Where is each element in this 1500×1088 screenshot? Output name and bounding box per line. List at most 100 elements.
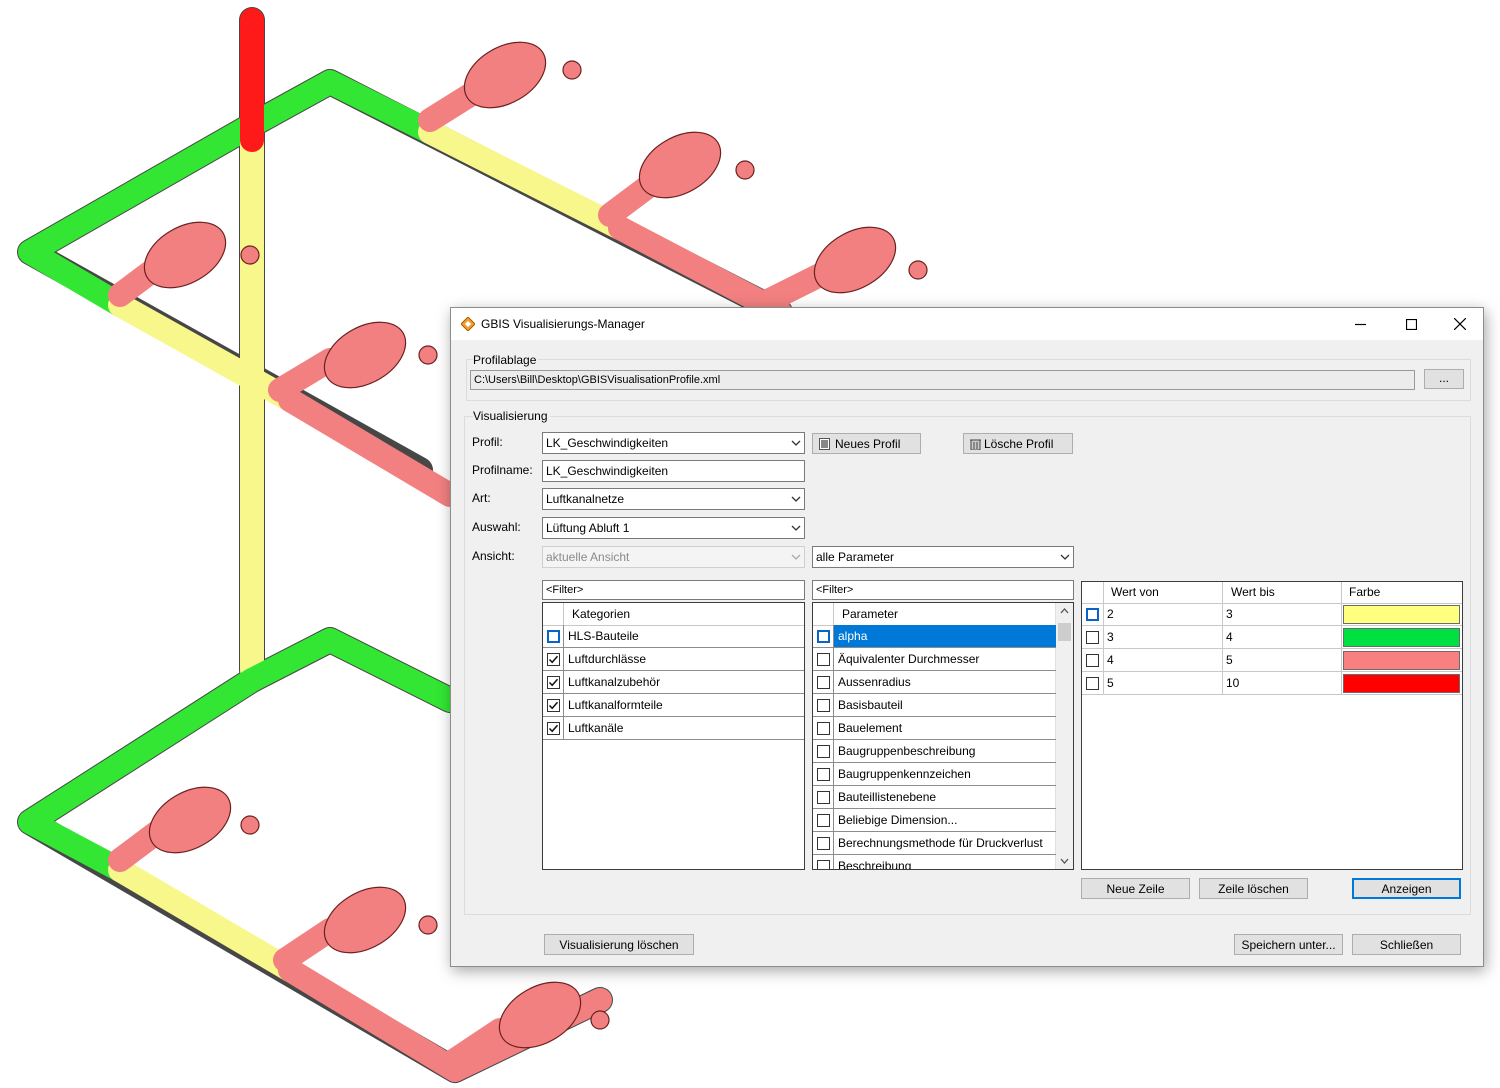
item-checkbox[interactable] xyxy=(817,745,830,758)
list-item[interactable]: HLS-Bauteile xyxy=(543,625,804,648)
row-checkbox[interactable] xyxy=(1086,654,1099,667)
wert-bis-cell[interactable]: 4 xyxy=(1226,626,1233,648)
list-item[interactable]: Baugruppenkennzeichen xyxy=(813,763,1056,786)
scroll-down-icon[interactable] xyxy=(1060,856,1069,865)
chevron-down-icon xyxy=(791,440,801,446)
list-item[interactable]: Bauelement xyxy=(813,717,1056,740)
auswahl-combo[interactable]: Lüftung Abluft 1 xyxy=(542,517,805,539)
list-item[interactable]: Luftkanäle xyxy=(543,717,804,740)
item-checkbox[interactable] xyxy=(547,699,560,712)
neues-profil-button[interactable]: Neues Profil xyxy=(812,433,921,454)
parameter-scrollbar[interactable] xyxy=(1055,603,1073,869)
list-item-label: Beschreibung xyxy=(838,859,912,870)
kategorien-filter-input[interactable]: <Filter> xyxy=(542,580,805,600)
checkbox-cell xyxy=(543,625,564,647)
parameter-list[interactable]: Parameter alpha Äquivalenter Durchmesser A… xyxy=(812,602,1074,870)
list-item[interactable]: Beschreibung xyxy=(813,855,1056,870)
new-document-icon xyxy=(819,438,830,450)
scroll-thumb[interactable] xyxy=(1058,623,1071,641)
item-checkbox[interactable] xyxy=(817,722,830,735)
list-item[interactable]: Äquivalenter Durchmesser xyxy=(813,648,1056,671)
checkbox-cell xyxy=(813,671,834,693)
row-checkbox[interactable] xyxy=(1086,631,1099,644)
checkbox-cell xyxy=(813,717,834,739)
zeile-loeschen-button[interactable]: Zeile löschen xyxy=(1199,878,1308,899)
scroll-up-icon[interactable] xyxy=(1060,607,1069,616)
visualisierung-loeschen-button[interactable]: Visualisierung löschen xyxy=(544,934,694,955)
chevron-down-icon xyxy=(791,554,801,560)
table-row[interactable]: 34 xyxy=(1082,626,1462,649)
row-checkbox[interactable] xyxy=(1086,608,1099,621)
list-item[interactable]: Basisbauteil xyxy=(813,694,1056,717)
table-row[interactable]: 23 xyxy=(1082,603,1462,626)
art-combo[interactable]: Luftkanalnetze xyxy=(542,488,805,510)
visualisierung-label: Visualisierung xyxy=(473,409,550,423)
wert-von-cell[interactable]: 5 xyxy=(1107,672,1114,694)
parameter-filter-input[interactable]: <Filter> xyxy=(812,580,1074,600)
kategorien-list[interactable]: Kategorien HLS-Bauteile Luftdurchlässe Luf… xyxy=(542,602,805,870)
schliessen-button[interactable]: Schließen xyxy=(1352,934,1461,955)
neue-zeile-button[interactable]: Neue Zeile xyxy=(1081,878,1190,899)
row-checkbox[interactable] xyxy=(1086,677,1099,690)
farb-tabelle[interactable]: Wert von Wert bis Farbe 2 3 3 4 4 5 5 10 xyxy=(1081,581,1463,870)
item-checkbox[interactable] xyxy=(547,630,560,643)
checkbox-cell xyxy=(813,855,834,869)
list-item[interactable]: Berechnungsmethode für Druckverlust xyxy=(813,832,1056,855)
item-checkbox[interactable] xyxy=(817,653,830,666)
list-item[interactable]: Bauteillistenebene xyxy=(813,786,1056,809)
list-item-label: Luftkanäle xyxy=(568,721,624,735)
list-item[interactable]: Baugruppenbeschreibung xyxy=(813,740,1056,763)
close-button[interactable] xyxy=(1437,308,1483,340)
list-item[interactable]: Luftkanalzubehör xyxy=(543,671,804,694)
table-row[interactable]: 45 xyxy=(1082,649,1462,672)
speichern-unter-button[interactable]: Speichern unter... xyxy=(1234,934,1343,955)
wert-bis-cell[interactable]: 3 xyxy=(1226,603,1233,625)
list-item-label: Aussenradius xyxy=(838,675,911,689)
checkmark-icon xyxy=(548,655,559,664)
item-checkbox[interactable] xyxy=(817,860,830,869)
maximize-button[interactable] xyxy=(1388,308,1434,340)
delete-trash-icon xyxy=(970,439,981,450)
item-checkbox[interactable] xyxy=(547,676,560,689)
farbe-swatch[interactable] xyxy=(1343,628,1460,647)
list-item[interactable]: Beliebige Dimension... xyxy=(813,809,1056,832)
list-item[interactable]: alpha xyxy=(813,625,1056,648)
anzeigen-button[interactable]: Anzeigen xyxy=(1352,878,1461,899)
wert-bis-cell[interactable]: 10 xyxy=(1226,672,1239,694)
minimize-button[interactable] xyxy=(1337,308,1383,340)
profilname-field[interactable]: LK_Geschwindigkeiten xyxy=(542,460,805,482)
item-checkbox[interactable] xyxy=(817,837,830,850)
list-item[interactable]: Luftkanalformteile xyxy=(543,694,804,717)
loesche-profil-button[interactable]: Lösche Profil xyxy=(963,433,1073,454)
item-checkbox[interactable] xyxy=(817,699,830,712)
table-row[interactable]: 5 10 xyxy=(1082,672,1462,695)
farbe-swatch[interactable] xyxy=(1343,674,1460,693)
item-checkbox[interactable] xyxy=(817,630,830,643)
parameter-scope-combo[interactable]: alle Parameter xyxy=(812,546,1074,568)
profil-combo[interactable]: LK_Geschwindigkeiten xyxy=(542,432,805,454)
item-checkbox[interactable] xyxy=(817,791,830,804)
farbe-swatch[interactable] xyxy=(1343,651,1460,670)
checkbox-cell xyxy=(813,786,834,808)
list-item-label: alpha xyxy=(834,625,1056,647)
browse-button[interactable]: ... xyxy=(1424,369,1464,389)
wert-von-cell[interactable]: 4 xyxy=(1107,649,1114,671)
list-item[interactable]: Aussenradius xyxy=(813,671,1056,694)
list-item-label: Basisbauteil xyxy=(838,698,903,712)
app-diamond-icon xyxy=(461,317,475,331)
item-checkbox[interactable] xyxy=(547,653,560,666)
title-bar[interactable]: GBIS Visualisierungs-Manager xyxy=(451,308,1483,340)
window-title: GBIS Visualisierungs-Manager xyxy=(481,317,645,331)
checkbox-cell xyxy=(543,671,564,693)
profil-path-field[interactable]: C:\Users\Bill\Desktop\GBISVisualisationP… xyxy=(470,370,1415,390)
item-checkbox[interactable] xyxy=(817,814,830,827)
farbe-swatch[interactable] xyxy=(1343,605,1460,624)
list-item-label: Baugruppenbeschreibung xyxy=(838,744,976,758)
item-checkbox[interactable] xyxy=(817,676,830,689)
list-item[interactable]: Luftdurchlässe xyxy=(543,648,804,671)
wert-bis-cell[interactable]: 5 xyxy=(1226,649,1233,671)
wert-von-cell[interactable]: 3 xyxy=(1107,626,1114,648)
item-checkbox[interactable] xyxy=(817,768,830,781)
wert-von-cell[interactable]: 2 xyxy=(1107,603,1114,625)
item-checkbox[interactable] xyxy=(547,722,560,735)
